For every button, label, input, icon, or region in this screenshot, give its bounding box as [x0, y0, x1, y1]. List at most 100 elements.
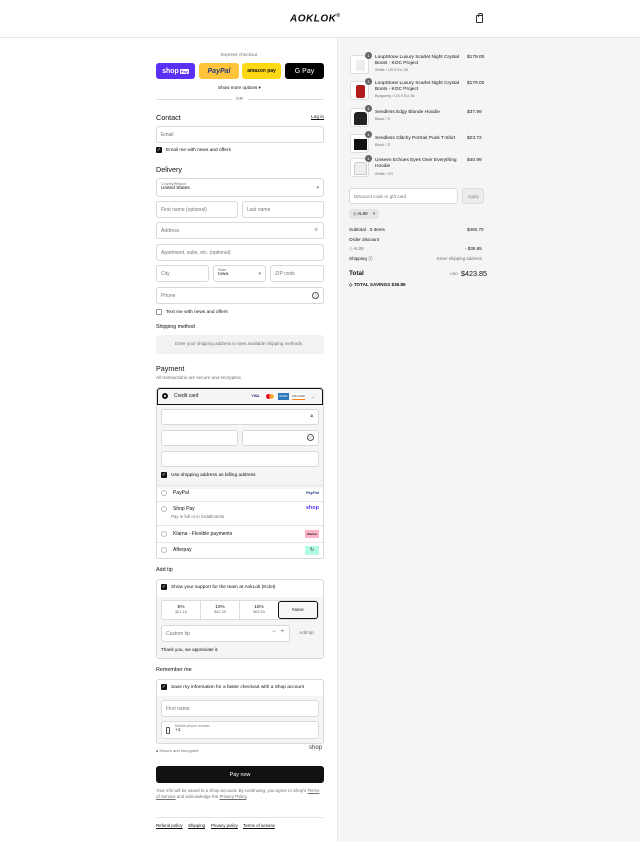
- tip-options: 5% $21.18 10% $42.35 15% $63.53 None: [161, 600, 319, 620]
- more-cards-icon: →: [310, 393, 315, 400]
- paypal-button[interactable]: PayPal: [199, 63, 239, 79]
- name-on-card-field[interactable]: [161, 451, 319, 467]
- visa-icon: VISA: [250, 393, 261, 400]
- remember-first-name-field[interactable]: First name: [161, 700, 319, 717]
- privacy-link[interactable]: Privacy Policy: [220, 794, 247, 799]
- amex-icon: AMEX: [278, 393, 289, 400]
- apartment-field[interactable]: Apartment, suite, etc. (optional): [156, 244, 324, 261]
- remember-me-title: Remember me: [156, 667, 192, 673]
- shipping-method-title: Shipping method: [156, 324, 195, 330]
- payment-option-paypal[interactable]: PayPal PayPal: [157, 485, 323, 501]
- item-price: $23.72: [467, 136, 482, 141]
- tag-icon: ◇: [349, 282, 353, 287]
- discount-amount: - $36.85: [465, 246, 482, 251]
- order-discount-label: Order discount: [349, 237, 380, 242]
- payment-option-afterpay[interactable]: Afterpay ↻: [157, 542, 323, 558]
- apply-button[interactable]: Apply: [462, 188, 484, 204]
- email-field[interactable]: Email: [156, 126, 324, 143]
- total-label: Total: [349, 270, 364, 277]
- first-name-field[interactable]: First name (optional): [156, 201, 238, 218]
- text-news-checkbox[interactable]: Text me with news and offers: [156, 309, 228, 315]
- shop-logo: shop: [305, 505, 319, 511]
- pay-now-button[interactable]: Pay now: [156, 766, 324, 783]
- tag-icon: ◇: [349, 246, 353, 251]
- payment-option-klarna[interactable]: Klarna - Flexible payments Klarna: [157, 525, 323, 542]
- divider: [156, 817, 324, 818]
- google-pay-button[interactable]: G Pay: [285, 63, 324, 79]
- item-name: Sendless Edgy Blonde Hoodie: [375, 110, 440, 115]
- tag-icon: ◇: [353, 211, 357, 216]
- amazon-pay-button[interactable]: amazon pay: [242, 63, 281, 79]
- terms-of-service-link[interactable]: Terms of service: [243, 823, 275, 828]
- quantity-badge: 1: [365, 105, 372, 112]
- item-name: LoopStone Luxury Scarlet Night Crystal B…: [375, 55, 459, 66]
- shipping-method-note: Enter your shipping address to view avai…: [156, 335, 324, 354]
- chevron-down-icon: ▾: [258, 271, 261, 277]
- divider: [156, 99, 232, 100]
- item-variant: Burgundy / US 5 EU 36: [375, 94, 415, 98]
- mastercard-icon: [264, 393, 275, 400]
- zip-field[interactable]: ZIP code: [270, 265, 324, 282]
- show-more-options-link[interactable]: Show more options ▾: [218, 85, 261, 91]
- security-code-field[interactable]: ?: [242, 430, 319, 446]
- logo[interactable]: AOKLOK®: [290, 13, 341, 24]
- total-value: $423.85: [461, 269, 487, 278]
- address-field[interactable]: Address ⌕: [156, 222, 324, 239]
- billing-same-checkbox[interactable]: ✓ Use shipping address as billing address: [161, 472, 256, 478]
- support-checkbox[interactable]: ✓ Show your support for the team at AokLo…: [161, 584, 276, 590]
- discount-tag: ◇ AL09 ×: [349, 209, 380, 219]
- expiration-field[interactable]: [161, 430, 238, 446]
- contact-title: Contact: [156, 113, 181, 122]
- mobile-icon: [166, 727, 170, 734]
- item-name: LoopStone Luxury Scarlet Night Crystal B…: [375, 81, 459, 92]
- tip-option-10[interactable]: 10% $42.35: [201, 601, 240, 619]
- phone-field[interactable]: Phone?: [156, 287, 324, 304]
- city-field[interactable]: City: [156, 265, 209, 282]
- country-select[interactable]: Country/Region United States ▾: [156, 178, 324, 197]
- mobile-phone-field[interactable]: Mobile phone number +1: [161, 721, 319, 739]
- klarna-logo: Klarna: [305, 530, 319, 538]
- total-savings: ◇ TOTAL SAVINGS $36.85: [349, 282, 406, 287]
- divider: [248, 99, 324, 100]
- credit-card-option[interactable]: Credit card VISA AMEX DISCOVER →: [157, 388, 323, 405]
- item-name: Unseen Echoes Eyes Over Everything Hoodi…: [375, 158, 457, 169]
- shipping-link[interactable]: Shipping: [188, 823, 205, 828]
- discount-code-field[interactable]: Discount code or gift card: [349, 188, 458, 204]
- shipping-value: Enter shipping address: [437, 256, 482, 261]
- state-select[interactable]: State Iowa ▾: [213, 265, 266, 282]
- pay-note: Your info will be saved to a Shop accoun…: [156, 788, 320, 799]
- help-icon: ?: [307, 434, 314, 441]
- quantity-badge: 1: [365, 155, 372, 162]
- shopping-bag-icon[interactable]: [476, 13, 483, 23]
- quantity-badge: 1: [365, 52, 372, 59]
- payment-option-shop-pay[interactable]: Shop Pay Pay in full or in installments …: [157, 501, 323, 525]
- login-link[interactable]: Log in: [311, 115, 324, 120]
- item-price: $40.99: [467, 158, 482, 163]
- shipping-label: Shipping ⓘ: [349, 256, 373, 261]
- email-news-checkbox[interactable]: ✓ Email me with news and offers: [156, 147, 231, 153]
- currency-label: USD: [450, 272, 459, 276]
- privacy-policy-link[interactable]: Privacy policy: [211, 823, 238, 828]
- close-icon[interactable]: ×: [373, 211, 376, 216]
- tip-option-none[interactable]: None: [278, 601, 318, 619]
- card-number-field[interactable]: 🔒︎: [161, 409, 319, 425]
- help-icon: ?: [312, 292, 319, 299]
- chevron-down-icon: ▾: [316, 185, 319, 191]
- add-tip-button[interactable]: Add tip: [299, 631, 314, 636]
- last-name-field[interactable]: Last name: [242, 201, 324, 218]
- item-price: $179.00: [467, 81, 485, 86]
- item-variant: White / XS: [375, 172, 393, 176]
- tip-option-15[interactable]: 15% $63.53: [240, 601, 278, 619]
- item-variant: Black / S: [375, 117, 390, 121]
- custom-tip-field[interactable]: Custom tip − +: [161, 625, 290, 642]
- refund-policy-link[interactable]: Refund policy: [156, 823, 183, 828]
- item-price: $37.99: [467, 110, 482, 115]
- item-name: Sendless Glitchy Portrait Punk T-Shirt: [375, 136, 456, 141]
- shop-pay-button[interactable]: shop Pay: [156, 63, 195, 79]
- subtotal-value: $460.70: [467, 227, 484, 232]
- shop-logo: shop: [309, 745, 323, 751]
- save-info-checkbox[interactable]: ✓ Save my information for a faster checko…: [161, 684, 304, 690]
- tip-option-5[interactable]: 5% $21.18: [162, 601, 201, 619]
- payment-title: Payment: [156, 364, 185, 373]
- delivery-title: Delivery: [156, 165, 182, 174]
